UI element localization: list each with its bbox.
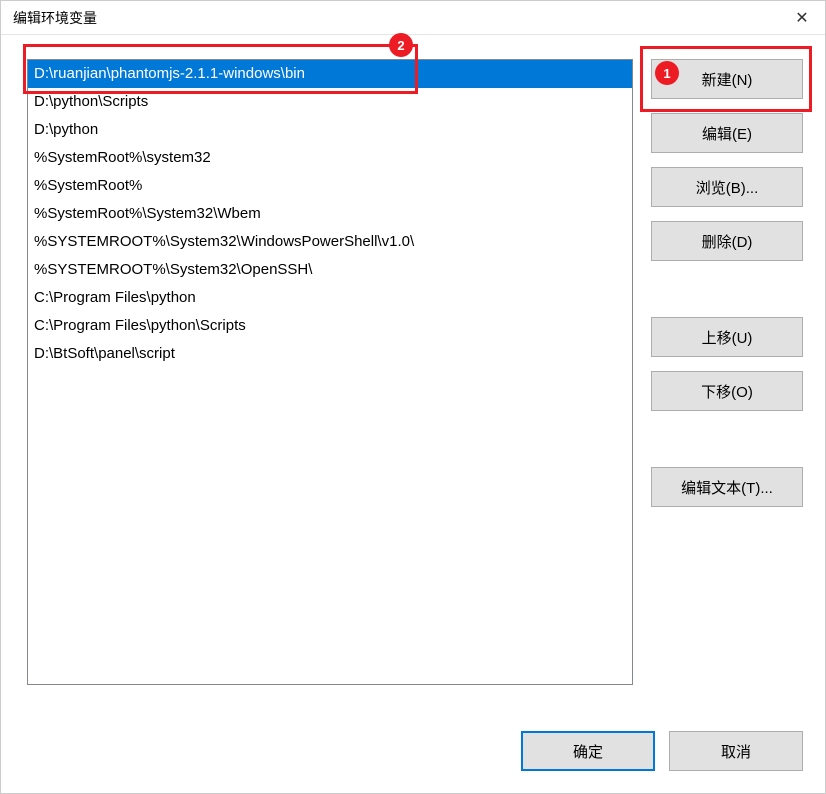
path-listbox[interactable]: D:\ruanjian\phantomjs-2.1.1-windows\bin … — [27, 59, 633, 685]
list-item[interactable]: %SYSTEMROOT%\System32\OpenSSH\ — [28, 256, 632, 284]
spacer — [651, 425, 803, 453]
list-item[interactable]: %SYSTEMROOT%\System32\WindowsPowerShell\… — [28, 228, 632, 256]
move-up-button[interactable]: 上移(U) — [651, 317, 803, 357]
dialog-window: 编辑环境变量 ✕ D:\ruanjian\phantomjs-2.1.1-win… — [0, 0, 826, 794]
edit-text-button[interactable]: 编辑文本(T)... — [651, 467, 803, 507]
ok-button[interactable]: 确定 — [521, 731, 655, 771]
list-item[interactable]: D:\python — [28, 116, 632, 144]
list-item[interactable]: D:\BtSoft\panel\script — [28, 340, 632, 368]
new-button[interactable]: 新建(N) — [651, 59, 803, 99]
delete-button[interactable]: 删除(D) — [651, 221, 803, 261]
list-item[interactable]: D:\ruanjian\phantomjs-2.1.1-windows\bin — [28, 60, 632, 88]
list-item[interactable]: C:\Program Files\python — [28, 284, 632, 312]
list-item[interactable]: D:\python\Scripts — [28, 88, 632, 116]
list-item[interactable]: %SystemRoot%\System32\Wbem — [28, 200, 632, 228]
move-down-button[interactable]: 下移(O) — [651, 371, 803, 411]
dialog-title: 编辑环境变量 — [13, 8, 97, 28]
cancel-button[interactable]: 取消 — [669, 731, 803, 771]
content-area: D:\ruanjian\phantomjs-2.1.1-windows\bin … — [1, 35, 825, 715]
close-icon: ✕ — [795, 8, 808, 28]
new-button-wrapper: 新建(N) 1 — [651, 59, 803, 99]
annotation-callout-2: 2 — [389, 33, 413, 57]
list-item[interactable]: %SystemRoot% — [28, 172, 632, 200]
browse-button[interactable]: 浏览(B)... — [651, 167, 803, 207]
dialog-footer: 确定 取消 — [1, 715, 825, 793]
list-wrapper: D:\ruanjian\phantomjs-2.1.1-windows\bin … — [27, 59, 633, 715]
titlebar: 编辑环境变量 ✕ — [1, 1, 825, 35]
list-item[interactable]: C:\Program Files\python\Scripts — [28, 312, 632, 340]
button-column: 新建(N) 1 编辑(E) 浏览(B)... 删除(D) 上移(U) 下移(O)… — [651, 59, 803, 715]
edit-button[interactable]: 编辑(E) — [651, 113, 803, 153]
list-item[interactable]: %SystemRoot%\system32 — [28, 144, 632, 172]
spacer — [651, 275, 803, 303]
close-button[interactable]: ✕ — [779, 1, 825, 35]
